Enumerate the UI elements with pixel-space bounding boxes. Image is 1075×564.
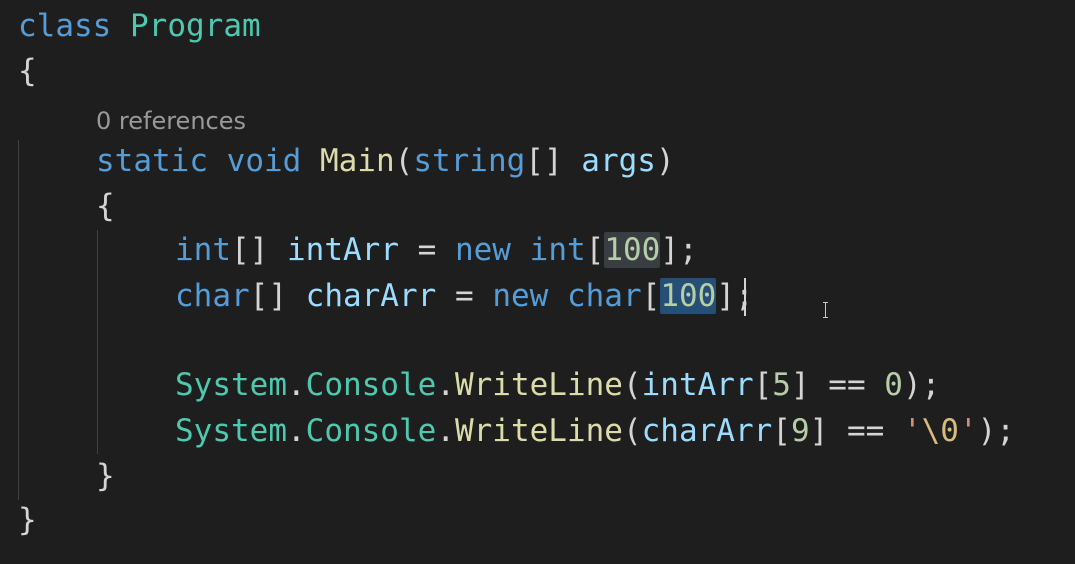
keyword-class: class [18,8,112,44]
brackets: [] [525,143,563,179]
namespace-system: System [175,367,287,403]
close-bracket-semicolon: ]; [716,278,754,314]
open-bracket: [ [641,278,661,314]
close-brace: } [18,502,37,538]
close-paren: ) [655,143,675,179]
open-brace: { [96,188,115,224]
code-line-open-brace-class[interactable]: { [18,49,37,93]
char-quote-close: ' [958,413,978,449]
method-name: Main [319,143,395,179]
method-writeline: WriteLine [454,413,623,449]
open-paren: ( [622,413,642,449]
open-bracket: [ [753,367,773,403]
open-brace: { [18,53,37,89]
close-paren-semicolon: ); [902,367,941,403]
number-literal-highlighted: 100 [604,232,661,268]
code-editor[interactable]: class Program { 0 references static void… [0,0,1075,564]
char-quote-open: ' [902,413,922,449]
dot: . [436,367,455,403]
keyword-static: static [96,143,208,179]
code-line-int-array[interactable]: int[] intArr = new int[100]; [18,228,698,272]
index-literal: 9 [790,413,810,449]
code-line-main-method[interactable]: static void Main(string[] args) [18,139,675,183]
parameter-args: args [581,143,656,179]
open-bracket: [ [772,413,791,449]
code-line-open-brace-method[interactable]: { [18,184,115,228]
escape-sequence: \0 [921,413,959,449]
index-literal: 5 [772,367,791,403]
type-string: string [413,143,526,179]
number-literal: 0 [884,367,903,403]
ibeam-cursor-icon [822,302,830,318]
brackets: [] [249,278,287,314]
brackets: [] [231,232,269,268]
class-name: Program [130,8,261,44]
close-bracket: ] [809,413,829,449]
open-paren: ( [622,367,642,403]
keyword-new: new [492,278,549,314]
code-line-close-brace-class[interactable]: } [18,498,37,542]
close-bracket-semicolon: ]; [660,232,698,268]
code-line-writeline-char[interactable]: System.Console.WriteLine(charArr[9] == '… [18,409,1015,453]
open-bracket: [ [585,232,605,268]
type-int: int [529,232,586,268]
number-literal-selected[interactable]: 100 [660,278,717,314]
code-line-class-declaration[interactable]: class Program [18,4,261,48]
type-char: char [566,278,642,314]
variable-intArr: intArr [287,232,399,268]
equality-operator: == [809,367,885,403]
class-console: Console [305,413,437,449]
code-line-char-array[interactable]: char[] charArr = new char[100]; [18,274,754,318]
close-paren-semicolon: ); [977,413,1015,449]
dot: . [286,413,306,449]
method-writeline: WriteLine [454,367,623,403]
type-char: char [175,278,250,314]
open-paren: ( [394,143,414,179]
type-int: int [175,232,231,268]
variable-intArr: intArr [641,367,754,403]
close-bracket: ] [790,367,810,403]
assign-operator: = [436,278,493,314]
keyword-void: void [226,143,302,179]
equality-operator: == [828,413,903,449]
dot: . [286,367,306,403]
code-line-writeline-int[interactable]: System.Console.WriteLine(intArr[5] == 0)… [18,363,940,407]
namespace-system: System [175,413,287,449]
variable-charArr: charArr [641,413,773,449]
codelens-references[interactable]: 0 references [96,104,246,138]
class-console: Console [305,367,437,403]
keyword-new: new [454,232,511,268]
assign-operator: = [398,232,455,268]
variable-charArr: charArr [305,278,437,314]
text-caret [744,278,746,316]
close-brace: } [96,458,115,494]
code-line-close-brace-method[interactable]: } [18,454,115,498]
dot: . [436,413,455,449]
